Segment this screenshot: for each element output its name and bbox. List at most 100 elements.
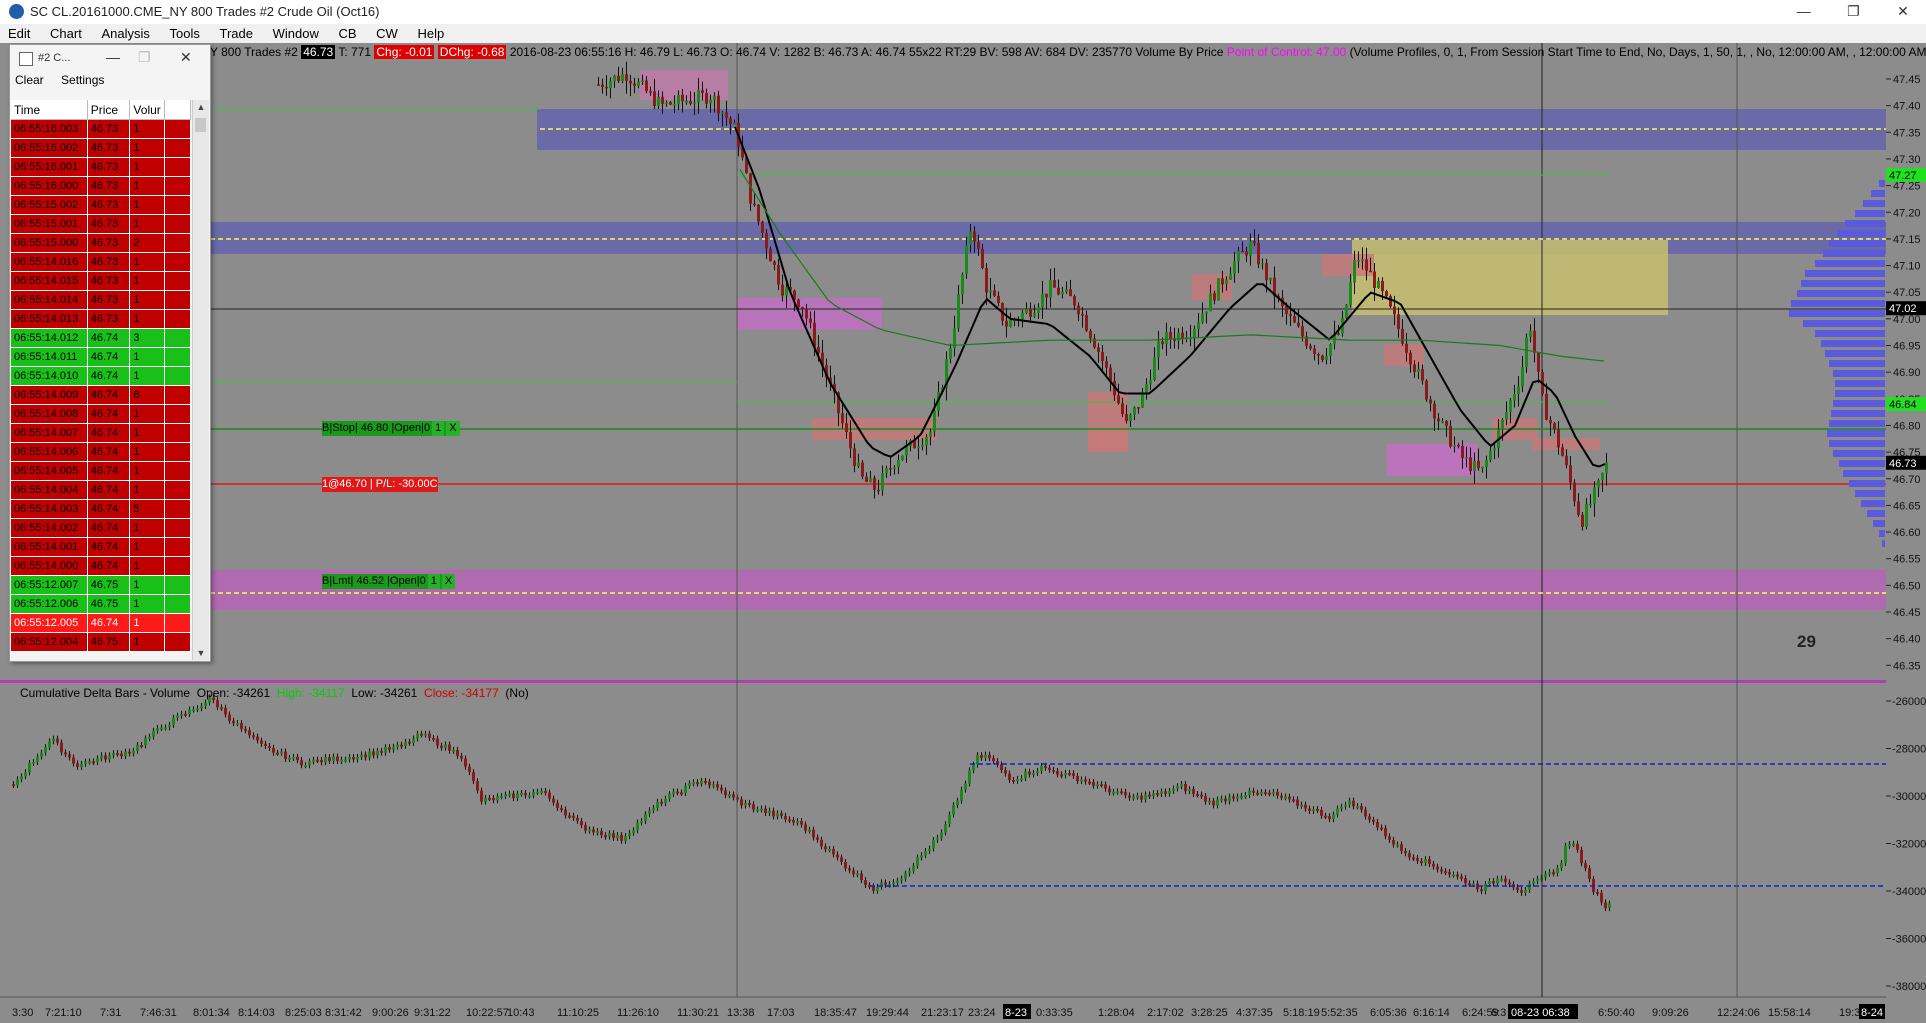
candle-body	[713, 95, 716, 100]
table-row[interactable]: 06:55:14.005 46.74 1	[11, 461, 192, 481]
table-row[interactable]: 06:55:12.005 46.74 1	[11, 613, 192, 633]
table-row[interactable]: 06:55:14.010 46.74 1	[11, 366, 192, 386]
ts-scroll-thumb[interactable]	[195, 118, 206, 132]
table-row[interactable]: 06:55:12.004 46.75 1	[11, 632, 192, 652]
table-row[interactable]: 06:55:16.003 46.73 1	[11, 119, 192, 139]
limit-order-label[interactable]: B|Lmt| 46.52 |Open|0 1 X	[322, 574, 456, 589]
time-tick-label: 10:43	[507, 1007, 535, 1019]
ts-col-time[interactable]: Time	[11, 100, 88, 120]
delta-bar	[928, 848, 931, 852]
maximize-button[interactable]: ❐	[1830, 0, 1876, 22]
delta-bar	[1296, 799, 1299, 806]
delta-bar	[720, 787, 723, 791]
delta-bar	[1384, 827, 1387, 837]
delta-bar	[1344, 804, 1347, 807]
table-row[interactable]: 06:55:14.000 46.74 1	[11, 556, 192, 576]
delta-bar	[1536, 878, 1539, 882]
ts-settings-button[interactable]: Settings	[61, 73, 104, 87]
delta-bar	[328, 757, 331, 761]
ts-col-price[interactable]: Price	[87, 100, 131, 120]
delta-bar	[88, 761, 91, 764]
table-row[interactable]: 06:55:15.002 46.73 1	[11, 195, 192, 215]
table-row[interactable]: 06:55:14.009 46.74 8	[11, 385, 192, 405]
candle-body	[1597, 480, 1600, 488]
table-row[interactable]: 06:55:12.007 46.75 1	[11, 575, 192, 595]
ts-clear-button[interactable]: Clear	[15, 73, 44, 87]
menu-help[interactable]: Help	[409, 24, 452, 43]
stop-order-cancel[interactable]: X	[446, 421, 460, 436]
menu-cw[interactable]: CW	[368, 24, 406, 43]
menu-window[interactable]: Window	[265, 24, 327, 43]
delta-bar	[1444, 871, 1447, 874]
menu-chart[interactable]: Chart	[42, 24, 90, 43]
menu-tools[interactable]: Tools	[162, 24, 208, 43]
stop-order-qty[interactable]: 1	[432, 421, 445, 436]
candle-body	[1601, 473, 1604, 481]
demand-zone-lower	[210, 570, 1886, 610]
ts-time-cell: 06:55:14.014	[11, 290, 88, 310]
table-row[interactable]: 06:55:14.007 46.74 1	[11, 423, 192, 443]
delta-bar	[424, 733, 427, 736]
delta-bar	[1420, 860, 1423, 863]
scroll-up-icon[interactable]: ▲	[193, 102, 209, 112]
candle-body	[1593, 487, 1596, 504]
delta-tick-label: -38000	[1892, 981, 1926, 993]
table-row[interactable]: 06:55:16.000 46.73 1	[11, 176, 192, 196]
menu-trade[interactable]: Trade	[211, 24, 260, 43]
volume-cluster-box	[1088, 430, 1128, 452]
close-button[interactable]: ✕	[1880, 0, 1926, 22]
table-row[interactable]: 06:55:14.016 46.73 1	[11, 252, 192, 272]
table-row[interactable]: 06:55:14.008 46.74 1	[11, 404, 192, 424]
scroll-down-icon[interactable]: ▼	[193, 648, 209, 658]
limit-order-cancel[interactable]: X	[441, 574, 456, 589]
table-row[interactable]: 06:55:14.013 46.73 1	[11, 309, 192, 329]
table-row[interactable]: 06:55:14.002 46.74 1	[11, 518, 192, 538]
candle-body	[1553, 423, 1556, 430]
delta-bar	[52, 738, 55, 742]
ts-extra-cell	[164, 442, 192, 462]
delta-bar	[1028, 771, 1031, 775]
ts-close-button[interactable]: ✕	[180, 49, 192, 66]
ts-volume-cell: 1	[129, 442, 165, 462]
ts-time-cell: 06:55:14.007	[11, 423, 88, 443]
table-row[interactable]: 06:55:14.012 46.74 3	[11, 328, 192, 348]
delta-bar	[252, 735, 255, 738]
candle-body	[853, 448, 856, 467]
delta-bar	[236, 723, 239, 726]
position-label[interactable]: 1@46.70 | P/L: -30.00C	[322, 477, 438, 492]
ts-title-bar[interactable]: #2 C... — ❐ ✕	[10, 45, 210, 71]
limit-order-qty[interactable]: 1	[427, 574, 440, 589]
table-row[interactable]: 06:55:14.006 46.74 1	[11, 442, 192, 462]
menu-cb[interactable]: CB	[330, 24, 364, 43]
candle-body	[1465, 457, 1468, 459]
table-row[interactable]: 06:55:16.002 46.73 1	[11, 138, 192, 158]
table-row[interactable]: 06:55:12.006 46.75 1	[11, 594, 192, 614]
table-row[interactable]: 06:55:14.015 46.73 1	[11, 271, 192, 291]
minimize-button[interactable]: —	[1781, 0, 1827, 22]
delta-bar	[1532, 881, 1535, 884]
delta-bar	[1084, 779, 1087, 782]
menu-edit[interactable]: Edit	[0, 24, 38, 43]
ts-maximize-button[interactable]: ❐	[138, 49, 151, 66]
table-row[interactable]: 06:55:14.011 46.74 1	[11, 347, 192, 367]
table-row[interactable]: 06:55:15.001 46.73 1	[11, 214, 192, 234]
price-chart[interactable]: 47.45 47.40 47.35 47.30 47.25 47.20 47.15 47.10…	[0, 43, 1926, 1023]
candle-body	[785, 287, 788, 296]
table-row[interactable]: 06:55:14.003 46.74 5	[11, 499, 192, 519]
delta-bar	[132, 750, 135, 754]
delta-bar	[176, 715, 179, 718]
ts-col-volume[interactable]: Volur	[129, 100, 165, 120]
table-row[interactable]: 06:55:16.001 46.73 1	[11, 157, 192, 177]
table-row[interactable]: 06:55:14.001 46.74 1	[11, 537, 192, 557]
candle-body	[613, 75, 616, 82]
table-row[interactable]: 06:55:15.000 46.73 2	[11, 233, 192, 253]
table-row[interactable]: 06:55:14.014 46.73 1	[11, 290, 192, 310]
table-row[interactable]: 06:55:14.004 46.74 1	[11, 480, 192, 500]
menu-analysis[interactable]: Analysis	[93, 24, 157, 43]
delta-bar	[460, 755, 463, 759]
delta-bar	[660, 801, 663, 804]
ts-minimize-button[interactable]: —	[106, 49, 120, 65]
ts-scrollbar[interactable]: ▲ ▼	[192, 100, 209, 660]
stop-order-label[interactable]: B|Stop| 46.80 |Open|0 1 X	[322, 421, 460, 436]
time-and-sales-window[interactable]: #2 C... — ❐ ✕ Clear Settings Time Price …	[9, 44, 211, 662]
